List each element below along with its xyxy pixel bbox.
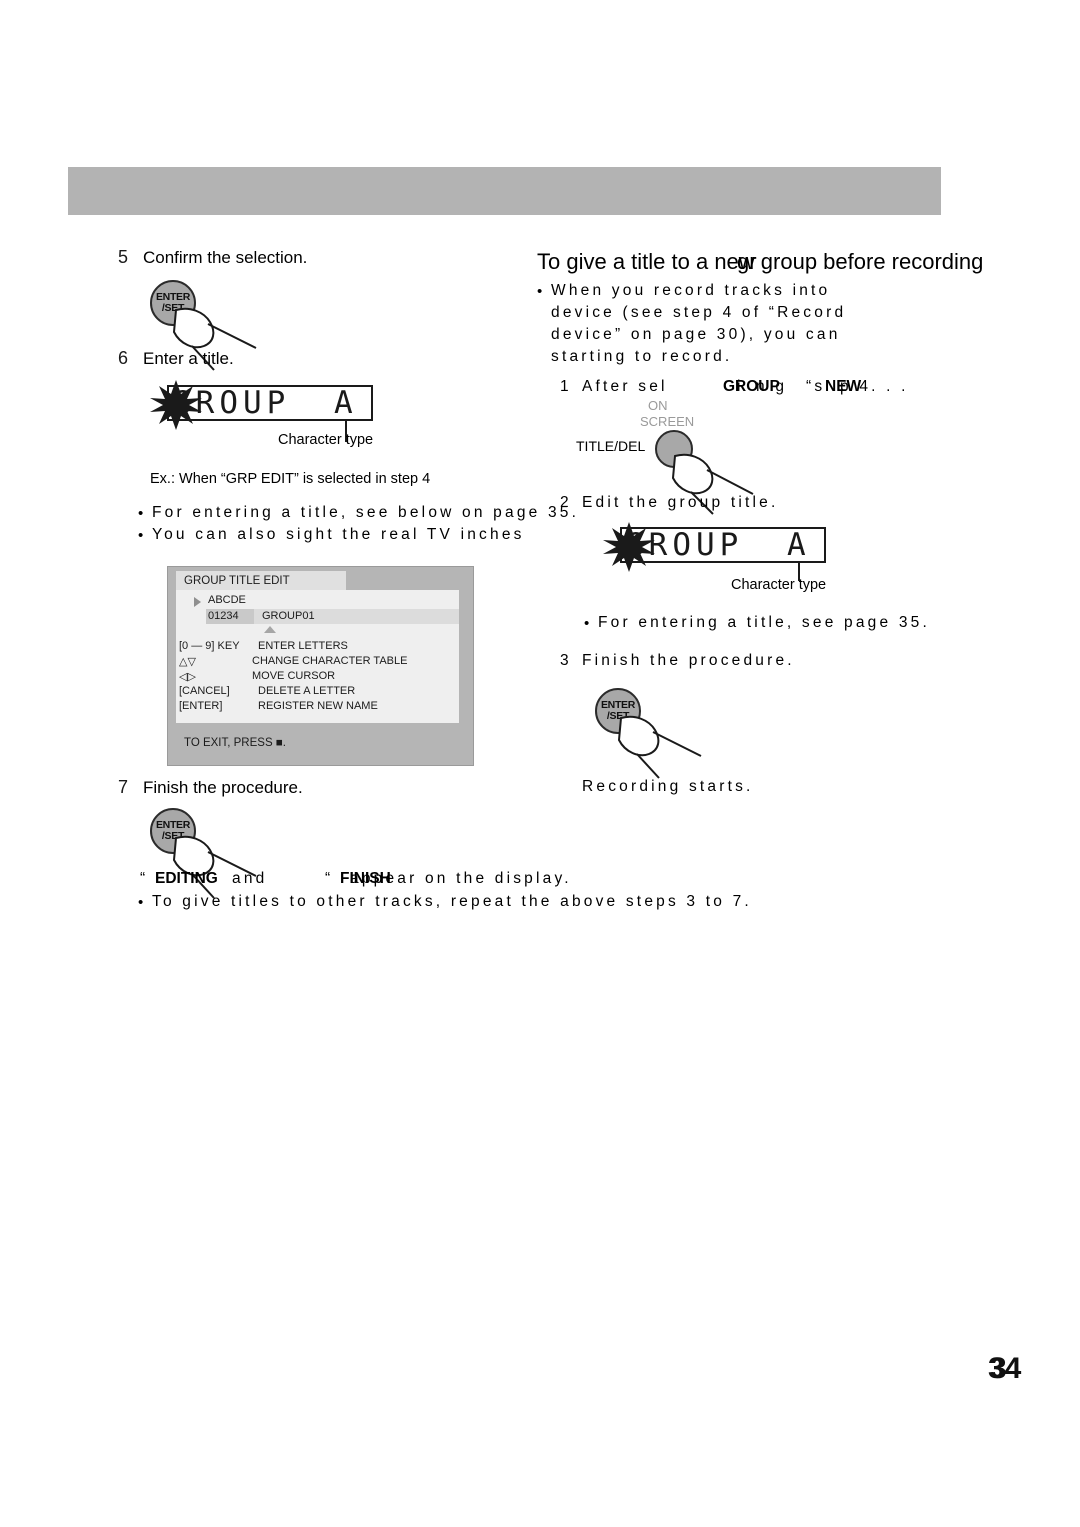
- osd-action-3: DELETE A LETTER: [258, 685, 356, 697]
- right-intro-line-4: starting to record.: [551, 348, 733, 365]
- footer-note-quoted-2: “: [325, 870, 334, 887]
- right-step-1-text-e: p 4. . .: [840, 378, 909, 395]
- right-step-1-text-c: n g: [756, 378, 788, 395]
- step-6-note-1: For entering a title, see below on page …: [152, 504, 580, 521]
- right-intro-line-1: When you record tracks into: [551, 282, 831, 299]
- step-5-number: 5: [118, 247, 129, 267]
- footer-note-quoted-1: “: [140, 870, 149, 887]
- on-screen-sub-label-on: ON: [648, 398, 668, 413]
- step-5-label: Confirm the selection.: [143, 248, 308, 267]
- cursor-caret-icon: [264, 626, 276, 633]
- footer-note-appear-tail: appear on the display.: [350, 870, 572, 887]
- right-step-1-text-d: “s: [806, 378, 826, 395]
- right-step-3-enter-set-button-group[interactable]: ENTER /SET: [595, 688, 735, 779]
- page-number-overlap: 3: [990, 1352, 1007, 1385]
- right-column-heading-overlap: gr: [737, 249, 757, 274]
- osd-key-1: △▽: [179, 656, 196, 668]
- step-7-number: 7: [118, 777, 129, 797]
- right-step-2-note: For entering a title, see page 35.: [598, 614, 930, 631]
- footer-note-editing: EDITING: [155, 870, 218, 887]
- on-screen-sub-label-screen: SCREEN: [640, 414, 695, 429]
- title-del-button-label: TITLE/DEL: [576, 438, 646, 454]
- osd-action-4: REGISTER NEW NAME: [258, 700, 378, 712]
- step-7-label: Finish the procedure.: [143, 778, 303, 797]
- step-6-label: Enter a title.: [143, 349, 234, 368]
- character-type-caption-1: Character type: [278, 432, 374, 448]
- right-step-1-text-a: After sel: [582, 378, 668, 395]
- finger-pointer-icon: [172, 835, 257, 899]
- right-intro-line-2: device (see step 4 of “Record: [551, 304, 847, 321]
- right-step-1-text-b: i: [737, 378, 744, 395]
- lcd-character-type-2: A: [787, 527, 806, 563]
- lcd-character-type-1: A: [334, 385, 353, 421]
- osd-action-0: ENTER LETTERS: [258, 640, 348, 652]
- osd-key-3: [CANCEL]: [179, 685, 230, 697]
- bullet-marker: •: [537, 283, 543, 300]
- osd-key-2: ◁▷: [179, 671, 196, 683]
- bullet-marker: •: [138, 505, 144, 522]
- right-step-2-number: 2: [560, 494, 572, 511]
- right-step-1-number: 1: [560, 378, 572, 395]
- selector-arrow-icon: [194, 597, 201, 607]
- footer-note-and: and: [232, 870, 268, 887]
- osd-key-0: [0 — 9] KEY: [179, 640, 240, 652]
- right-intro-line-3: device” on page 30), you can: [551, 326, 841, 343]
- step-6-example-note: Ex.: When “GRP EDIT” is selected in step…: [150, 471, 431, 487]
- right-result-text: Recording starts.: [582, 778, 754, 795]
- right-step-2-text: Edit the group title.: [582, 494, 779, 511]
- osd-action-1: CHANGE CHARACTER TABLE: [252, 655, 408, 667]
- osd-action-2: MOVE CURSOR: [252, 670, 336, 682]
- bullet-marker: •: [584, 615, 590, 632]
- bullet-marker: •: [138, 894, 144, 911]
- osd-current-name[interactable]: GROUP01: [262, 610, 315, 622]
- osd-char-table-row-2[interactable]: 01234: [208, 610, 239, 622]
- osd-footer-hint: TO EXIT, PRESS ■.: [184, 737, 286, 749]
- osd-panel: ABCDE 01234 GROUP01 [0 — 9] KEY ENTER LE…: [176, 590, 459, 723]
- right-column-heading: To give a title to a new group before re…: [537, 249, 984, 274]
- osd-char-table-row-1[interactable]: ABCDE: [208, 594, 246, 606]
- bullet-marker: •: [138, 527, 144, 544]
- footer-note-repeat: To give titles to other tracks, repeat t…: [152, 893, 752, 910]
- step-6-number: 6: [118, 348, 129, 368]
- on-screen-display-box: GROUP TITLE EDIT ABCDE 01234 GROUP01 [0 …: [167, 566, 474, 766]
- finger-pointer-icon: [617, 715, 702, 779]
- blinking-starburst-icon-2: [603, 522, 655, 572]
- osd-key-4: [ENTER]: [179, 700, 223, 712]
- manual-page: 5 Confirm the selection. ENTER /SET 6 En…: [0, 0, 1080, 1527]
- right-step-3-text: Finish the procedure.: [582, 652, 795, 669]
- step-6-note-2: You can also sight the real TV inches: [152, 526, 525, 543]
- blinking-starburst-icon-1: [150, 380, 202, 430]
- osd-title: GROUP TITLE EDIT: [176, 571, 346, 591]
- right-step-3-number: 3: [560, 652, 572, 669]
- page-header-bar: [68, 167, 941, 215]
- character-type-caption-2: Character type: [731, 577, 827, 593]
